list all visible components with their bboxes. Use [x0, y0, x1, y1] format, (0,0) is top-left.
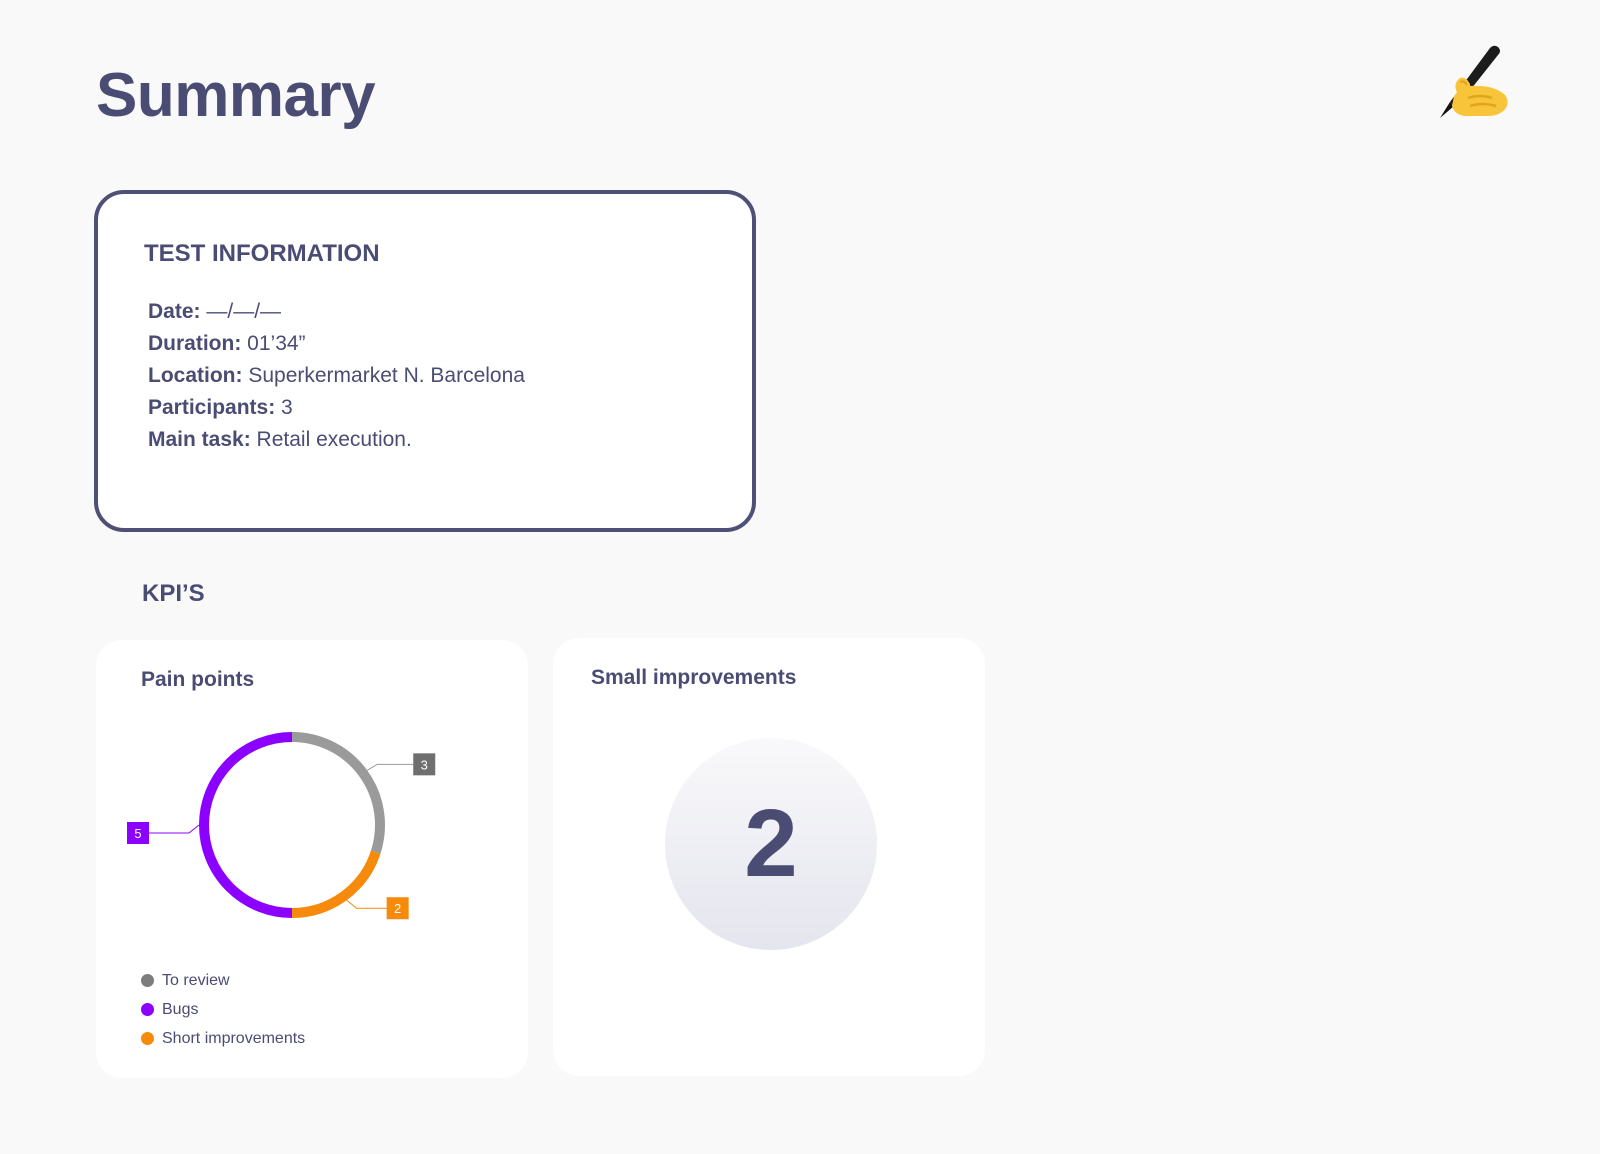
info-row-location: Location: Superkermarket N. Barcelona: [148, 360, 525, 392]
donut-leader-line: [366, 763, 414, 771]
info-value: Superkermarket N. Barcelona: [248, 364, 525, 387]
info-value: —/—/—: [206, 300, 282, 323]
donut-data-label-text: 2: [394, 901, 401, 916]
donut-data-label-text: 3: [421, 757, 428, 772]
info-label: Location:: [148, 364, 243, 387]
donut-data-label: 2: [386, 897, 409, 920]
info-label: Main task:: [148, 428, 251, 451]
pain-points-card: Pain points 325 To review Bugs Short imp…: [96, 640, 528, 1078]
test-information-card: TEST INFORMATION Date: —/—/— Duration: 0…: [94, 190, 756, 532]
legend-item-short-improvements: Short improvements: [141, 1024, 305, 1053]
legend-dot-icon: [141, 1032, 154, 1045]
legend-label: Short improvements: [162, 1029, 306, 1047]
donut-data-label-text: 5: [134, 826, 141, 841]
info-label: Participants:: [148, 396, 276, 419]
info-value: 3: [281, 396, 293, 419]
info-value: Retail execution.: [256, 428, 412, 451]
info-row-main-task: Main task: Retail execution.: [148, 424, 525, 456]
test-information-title: TEST INFORMATION: [144, 240, 380, 267]
legend-dot-icon: [141, 1003, 154, 1016]
donut-slice-short-improvements: [291, 850, 381, 918]
kpis-title: KPI’S: [142, 580, 205, 607]
donut-leader-line: [346, 899, 387, 909]
donut-data-label: 5: [127, 822, 149, 844]
info-row-date: Date: —/—/—: [148, 296, 525, 328]
legend-dot-icon: [141, 974, 154, 987]
info-value: 01’34”: [247, 332, 306, 355]
small-improvements-card: Small improvements 2: [553, 638, 985, 1076]
small-improvements-value: 2: [744, 790, 798, 897]
donut-slice-bugs: [199, 732, 293, 918]
small-improvements-badge: 2: [665, 738, 877, 950]
legend-item-bugs: Bugs: [141, 995, 305, 1024]
info-row-duration: Duration: 01’34”: [148, 328, 525, 360]
info-label: Duration:: [148, 332, 242, 355]
legend-label: Bugs: [162, 1000, 199, 1018]
writing-hand-icon: [1440, 45, 1508, 118]
legend-label: To review: [162, 971, 230, 989]
test-information-list: Date: —/—/— Duration: 01’34” Location: S…: [148, 296, 525, 456]
info-label: Date:: [148, 300, 201, 323]
donut-data-label: 3: [413, 753, 436, 776]
legend-item-to-review: To review: [141, 966, 305, 995]
donut-slice-to-review: [291, 732, 385, 854]
donut-leader-line: [149, 824, 200, 834]
page-title: Summary: [96, 61, 376, 130]
small-improvements-title: Small improvements: [591, 666, 797, 689]
pain-points-legend: To review Bugs Short improvements: [141, 966, 305, 1053]
info-row-participants: Participants: 3: [148, 392, 525, 424]
